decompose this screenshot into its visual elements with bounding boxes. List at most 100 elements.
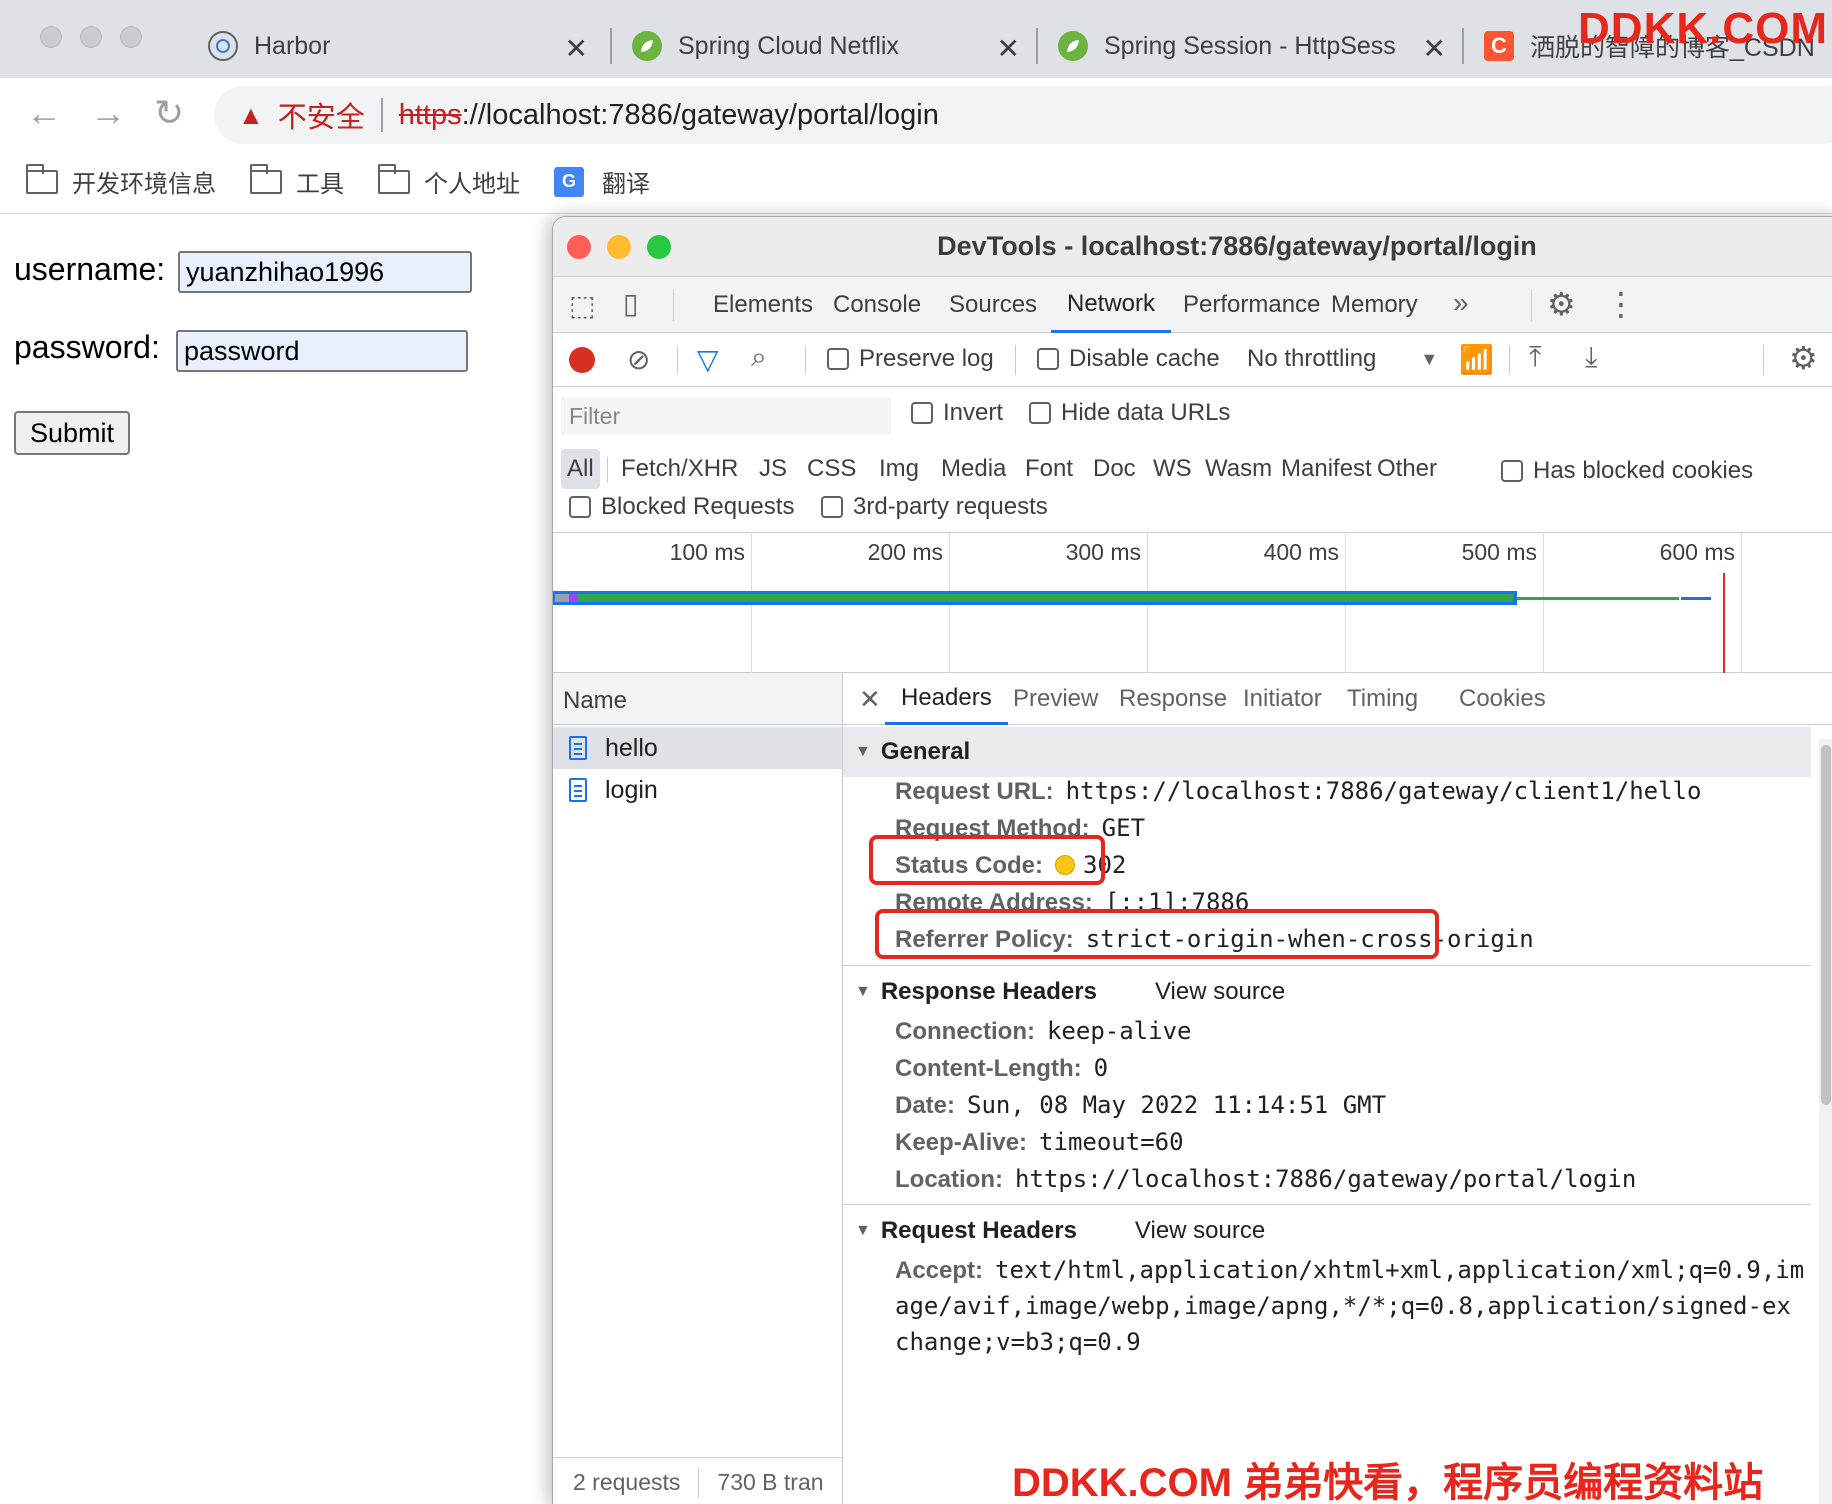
folder-icon [26,163,58,194]
network-settings-gear-icon[interactable]: ⚙ [1789,339,1818,377]
submit-button[interactable]: Submit [14,411,131,455]
import-har-icon[interactable]: ⤒ [1529,341,1541,374]
status-code-highlight [869,835,1105,885]
inspect-element-icon[interactable]: ⬚ [569,289,595,322]
checkbox[interactable] [821,496,843,518]
clear-icon[interactable]: ⊘ [627,343,650,376]
forward-arrow-icon[interactable]: → [90,92,126,134]
filter-type-wasm[interactable]: Wasm [1199,449,1278,489]
filter-type-fetch-xhr[interactable]: Fetch/XHR [615,449,744,489]
settings-gear-icon[interactable]: ⚙ [1547,285,1576,323]
tab-timing[interactable]: Timing [1331,673,1434,725]
header-value: keep-alive [1046,1017,1192,1045]
bookmark-translate[interactable]: G 翻译 [554,164,650,199]
hide-data-urls-checkbox[interactable]: Hide data URLs [1029,399,1230,427]
warning-icon: ▲ [238,99,264,130]
filter-type-all[interactable]: All [561,449,600,489]
filter-input[interactable]: Filter [561,397,891,435]
spring-icon [632,31,662,61]
tab-elements[interactable]: Elements [697,277,829,333]
tab-response[interactable]: Response [1103,673,1243,725]
timeline-tick: 400 ms [1263,539,1339,565]
browser-tab-harbor[interactable]: Harbor ✕ [190,14,602,78]
filter-type-ws[interactable]: WS [1147,449,1198,489]
name-column-header[interactable]: Name [553,673,842,725]
browser-tab-spring-session[interactable]: Spring Session - HttpSess ✕ [1040,14,1460,78]
request-headers-section-header[interactable]: ▼ Request Headers View source [843,1206,1811,1256]
checkbox-label: 3rd-party requests [853,493,1048,520]
bookmark-dev-env[interactable]: 开发环境信息 [26,163,216,199]
network-conditions-icon[interactable]: 📶 [1459,343,1494,376]
view-source-link[interactable]: View source [1155,978,1285,1006]
checkbox[interactable] [827,348,849,370]
window-close-button[interactable] [40,26,62,48]
invert-checkbox[interactable]: Invert [911,399,1003,427]
password-input[interactable]: password [176,330,468,372]
tab-preview[interactable]: Preview [997,673,1114,725]
bookmark-tools[interactable]: 工具 [250,163,344,199]
filter-icon[interactable]: ▽ [697,343,719,376]
disable-cache-checkbox[interactable]: Disable cache [1037,345,1220,373]
general-section-header[interactable]: ▼ General [843,727,1811,777]
filter-type-media[interactable]: Media [935,449,1012,489]
tab-headers[interactable]: Headers [885,673,1008,725]
browser-tab-spring-cloud-netflix[interactable]: Spring Cloud Netflix ✕ [614,14,1034,78]
blocked-requests-checkbox[interactable]: Blocked Requests [569,493,794,521]
checkbox-label: Has blocked cookies [1533,457,1754,484]
tab-console[interactable]: Console [817,277,937,333]
filter-type-font[interactable]: Font [1019,449,1079,489]
header-key: Connection: [895,1018,1035,1045]
checkbox[interactable] [1501,460,1523,482]
tab-network[interactable]: Network [1051,277,1172,333]
export-har-icon[interactable]: ⤓ [1585,341,1597,374]
header-key: Content-Length: [895,1055,1082,1082]
search-icon[interactable]: ⌕ [751,341,767,374]
throttling-select[interactable]: No throttling ▼ [1247,345,1438,373]
tab-memory[interactable]: Memory [1315,277,1434,333]
filter-type-css[interactable]: CSS [801,449,862,489]
header-key: Keep-Alive: [895,1129,1028,1156]
close-tab-icon[interactable]: ✕ [1423,32,1446,65]
close-tab-icon[interactable]: ✕ [565,32,588,65]
record-icon[interactable] [569,347,595,373]
reload-icon[interactable]: ↻ [154,92,184,134]
checkbox[interactable] [911,402,933,424]
checkbox[interactable] [1029,402,1051,424]
checkbox[interactable] [1037,348,1059,370]
has-blocked-cookies-checkbox[interactable]: Has blocked cookies [1501,457,1753,485]
tab-performance[interactable]: Performance [1167,277,1336,333]
view-source-link[interactable]: View source [1135,1217,1265,1245]
folder-icon [378,163,410,194]
response-headers-section-header[interactable]: ▼ Response Headers View source [843,967,1811,1017]
browser-toolbar: ← → ↻ ▲ 不安全 https://localhost:7886/gatew… [0,78,1832,150]
more-tabs-icon[interactable]: » [1453,287,1469,319]
divider [607,457,608,483]
more-options-icon[interactable]: ⋮ [1605,285,1637,323]
network-timeline[interactable]: 100 ms 200 ms 300 ms 400 ms 500 ms 600 m… [553,533,1832,673]
scrollbar-thumb[interactable] [1821,745,1831,1105]
window-zoom-button[interactable] [120,26,142,48]
device-toolbar-icon[interactable]: ▯ [623,287,638,320]
tab-cookies[interactable]: Cookies [1443,673,1562,725]
address-bar[interactable]: ▲ 不安全 https://localhost:7886/gateway/por… [214,86,1832,144]
checkbox[interactable] [569,496,591,518]
third-party-requests-checkbox[interactable]: 3rd-party requests [821,493,1048,521]
filter-type-doc[interactable]: Doc [1087,449,1142,489]
preserve-log-checkbox[interactable]: Preserve log [827,345,994,373]
window-minimize-button[interactable] [80,26,102,48]
filter-type-other[interactable]: Other [1371,449,1443,489]
username-input[interactable]: yuanzhihao1996 [178,251,472,293]
tab-initiator[interactable]: Initiator [1227,673,1338,725]
back-arrow-icon[interactable]: ← [26,92,62,134]
network-status-bar: 2 requests 730 B tran [553,1457,842,1504]
filter-type-manifest[interactable]: Manifest [1275,449,1378,489]
close-tab-icon[interactable]: ✕ [997,32,1020,65]
filter-type-img[interactable]: Img [873,449,925,489]
filter-type-js[interactable]: JS [753,449,793,489]
tab-sources[interactable]: Sources [933,277,1053,333]
url-rest: ://localhost:7886/gateway/portal/login [461,98,939,131]
request-row-hello[interactable]: hello [553,727,842,769]
bookmark-personal[interactable]: 个人地址 [378,163,520,199]
detail-scrollbar[interactable] [1819,739,1832,1504]
request-row-login[interactable]: login [553,769,842,811]
